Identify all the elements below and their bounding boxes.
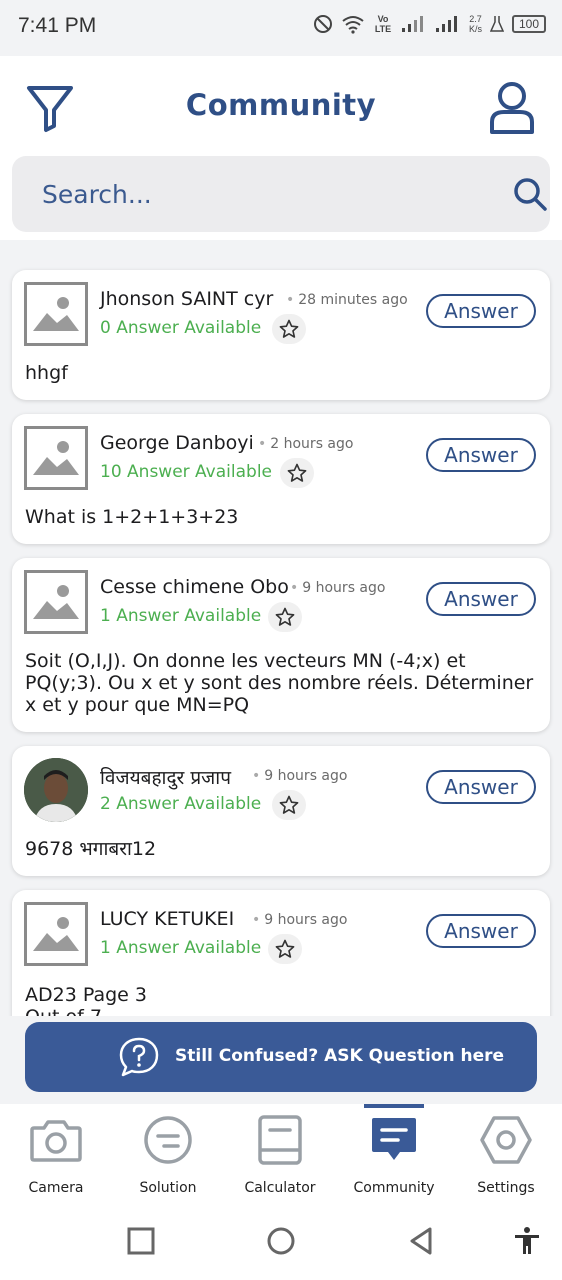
ask-question-label: Still Confused? ASK Question here [175, 1046, 505, 1066]
favorite-button[interactable] [272, 314, 306, 344]
nav-label: Camera [28, 1180, 84, 1196]
accessibility-icon[interactable] [512, 1226, 542, 1256]
do-not-disturb-icon [313, 15, 332, 33]
camera-icon [30, 1120, 82, 1162]
community-chat-icon [372, 1118, 416, 1160]
lab-flask-icon [490, 16, 504, 32]
author-name: LUCY KETUKEI [100, 908, 235, 930]
speed-unit: K/s [468, 24, 482, 34]
post-card[interactable]: George Danboyi 2 hours ago 10 Answer Ava… [12, 414, 550, 544]
bottom-nav: Camera Solution Calculator Community Set… [0, 1104, 562, 1208]
avatar [24, 758, 88, 822]
answer-count: 1 Answer Available [100, 938, 262, 958]
author-name: Jhonson SAINT cyr [100, 288, 274, 310]
question-text: hhgf [25, 362, 68, 384]
settings-hexagon-icon [480, 1116, 532, 1164]
page-title: Community [185, 88, 377, 122]
avatar [24, 282, 88, 346]
favorite-button[interactable] [268, 934, 302, 964]
author-name: George Danboyi [100, 432, 254, 454]
answer-button[interactable]: Answer [426, 438, 536, 472]
nav-tab-community[interactable]: Community [338, 1104, 450, 1208]
answer-count: 10 Answer Available [100, 462, 273, 482]
calculator-icon [258, 1115, 302, 1165]
question-text: Soit (O,I,J). On donne les vecteurs MN (… [25, 650, 534, 716]
status-icons: Vo LTE 2.7 K/s 100 [313, 14, 546, 34]
network-label: Vo LTE [374, 14, 392, 34]
image-placeholder-icon [24, 426, 88, 490]
profile-button[interactable] [486, 80, 538, 134]
nav-tab-calculator[interactable]: Calculator [224, 1104, 336, 1208]
answer-count: 2 Answer Available [100, 794, 262, 814]
author-name: Cesse chimene Obo [100, 576, 289, 598]
signal-icon [401, 16, 423, 32]
nav-label: Settings [477, 1180, 535, 1196]
star-icon [279, 795, 299, 814]
nav-label: Community [353, 1180, 435, 1196]
avatar [24, 426, 88, 490]
question-text: 9678 भगाबरा12 [25, 838, 157, 860]
user-profile-icon [490, 82, 534, 134]
nav-tab-settings[interactable]: Settings [450, 1104, 562, 1208]
favorite-button[interactable] [268, 602, 302, 632]
search-icon[interactable] [512, 176, 548, 212]
star-icon [275, 939, 295, 958]
image-placeholder-icon [24, 282, 88, 346]
answer-button[interactable]: Answer [426, 914, 536, 948]
speed-value: 2.7 [469, 14, 482, 24]
answer-count: 0 Answer Available [100, 318, 262, 338]
avatar [24, 570, 88, 634]
star-icon [287, 463, 307, 482]
favorite-button[interactable] [272, 790, 306, 820]
post-card[interactable]: Cesse chimene Obo 9 hours ago 1 Answer A… [12, 558, 550, 732]
answer-button[interactable]: Answer [426, 770, 536, 804]
community-feed[interactable]: Jhonson SAINT cyr 28 minutes ago 0 Answe… [0, 256, 562, 1016]
search-input[interactable] [42, 174, 462, 214]
app-header: Community [0, 56, 562, 240]
recents-square-icon[interactable] [126, 1226, 156, 1256]
home-circle-icon[interactable] [266, 1226, 296, 1256]
ask-question-button[interactable]: Still Confused? ASK Question here [25, 1022, 537, 1092]
network-speed: 2.7 K/s [469, 14, 482, 34]
question-text: AD23 Page 3 Out of 7 [25, 984, 147, 1016]
status-time: 7:41 PM [18, 14, 97, 37]
post-time: 9 hours ago [252, 768, 347, 784]
answer-button[interactable]: Answer [426, 582, 536, 616]
status-bar: 7:41 PM Vo LTE 2.7 K/s 100 [0, 0, 562, 56]
nav-label: Calculator [244, 1180, 316, 1196]
author-name: विजयबहादुर प्रजाप [100, 767, 231, 789]
avatar [24, 902, 88, 966]
post-card[interactable]: LUCY KETUKEI 9 hours ago 1 Answer Availa… [12, 890, 550, 1016]
back-triangle-icon[interactable] [406, 1226, 436, 1256]
solution-icon [144, 1116, 192, 1164]
image-placeholder-icon [24, 902, 88, 966]
nav-label: Solution [139, 1180, 197, 1196]
signal-icon-2 [435, 16, 457, 32]
post-time: 9 hours ago [252, 912, 347, 928]
system-navigation-bar [0, 1208, 562, 1280]
nav-tab-camera[interactable]: Camera [0, 1104, 112, 1208]
nav-tab-solution[interactable]: Solution [112, 1104, 224, 1208]
post-time: 28 minutes ago [286, 292, 407, 308]
post-time: 9 hours ago [290, 580, 385, 596]
image-placeholder-icon [24, 570, 88, 634]
question-text: What is 1+2+1+3+23 [25, 506, 239, 528]
post-card[interactable]: Jhonson SAINT cyr 28 minutes ago 0 Answe… [12, 270, 550, 400]
wifi-icon [342, 16, 364, 34]
user-photo [24, 758, 88, 822]
battery-indicator: 100 [512, 15, 546, 33]
post-time: 2 hours ago [258, 436, 353, 452]
star-icon [279, 319, 299, 338]
favorite-button[interactable] [280, 458, 314, 488]
question-bubble-icon [119, 1037, 159, 1077]
post-card[interactable]: विजयबहादुर प्रजाप 9 hours ago 2 Answer A… [12, 746, 550, 876]
search-bar [12, 156, 550, 232]
answer-count: 1 Answer Available [100, 606, 262, 626]
answer-button[interactable]: Answer [426, 294, 536, 328]
star-icon [275, 607, 295, 626]
